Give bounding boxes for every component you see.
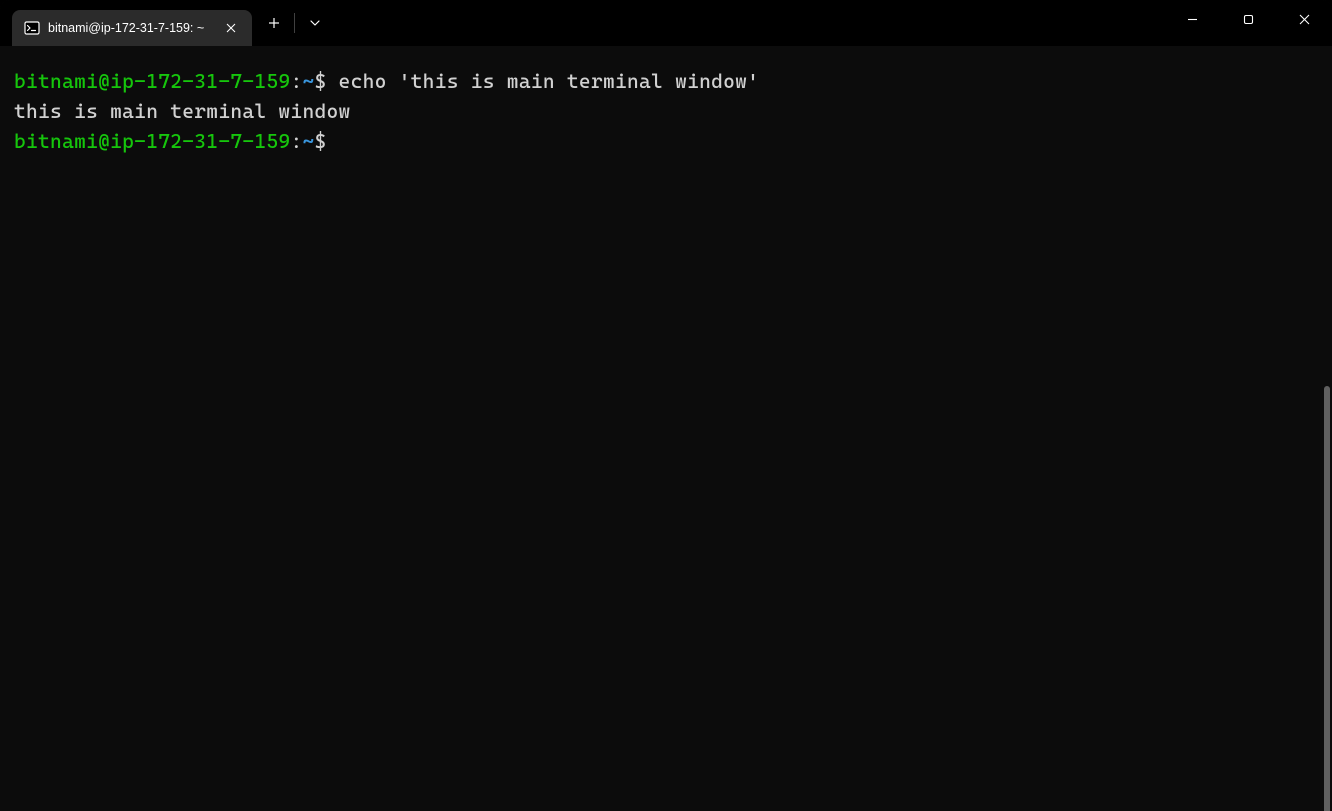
prompt-user-host: bitnami@ip-172-31-7-159 (14, 129, 290, 153)
scrollbar-vertical[interactable] (1324, 386, 1330, 811)
maximize-button[interactable] (1220, 0, 1276, 38)
output-line: this is main terminal window (14, 99, 351, 123)
terminal-pane[interactable]: bitnami@ip-172-31-7-159:~$ echo 'this is… (0, 46, 1332, 811)
prompt-path: ~ (302, 129, 314, 153)
prompt-dollar: $ (315, 129, 339, 153)
terminal-window: bitnami@ip-172-31-7-159: ~ (0, 0, 1332, 811)
command-text: echo 'this is main terminal window' (339, 69, 760, 93)
plus-icon (268, 17, 280, 29)
terminal-content: bitnami@ip-172-31-7-159:~$ echo 'this is… (14, 66, 1318, 803)
window-controls (1164, 0, 1332, 46)
titlebar-drag-region[interactable] (333, 0, 1164, 46)
prompt-user-host: bitnami@ip-172-31-7-159 (14, 69, 290, 93)
tabs-region: bitnami@ip-172-31-7-159: ~ (12, 0, 252, 46)
titlebar: bitnami@ip-172-31-7-159: ~ (0, 0, 1332, 46)
tabbar-divider (294, 13, 295, 33)
tab-title: bitnami@ip-172-31-7-159: ~ (48, 21, 212, 35)
tab-close-button[interactable] (220, 17, 242, 39)
tab-active[interactable]: bitnami@ip-172-31-7-159: ~ (12, 10, 252, 46)
new-tab-dropdown-button[interactable] (297, 7, 333, 39)
tabbar-buttons (252, 0, 333, 46)
prompt-colon: : (290, 69, 302, 93)
prompt-path: ~ (302, 69, 314, 93)
close-icon (1299, 14, 1310, 25)
prompt-dollar: $ (315, 69, 339, 93)
new-tab-button[interactable] (256, 7, 292, 39)
chevron-down-icon (310, 20, 320, 26)
terminal-icon (24, 20, 40, 36)
close-window-button[interactable] (1276, 0, 1332, 38)
minimize-button[interactable] (1164, 0, 1220, 38)
minimize-icon (1187, 14, 1198, 25)
close-icon (226, 23, 236, 33)
prompt-colon: : (290, 129, 302, 153)
maximize-icon (1243, 14, 1254, 25)
